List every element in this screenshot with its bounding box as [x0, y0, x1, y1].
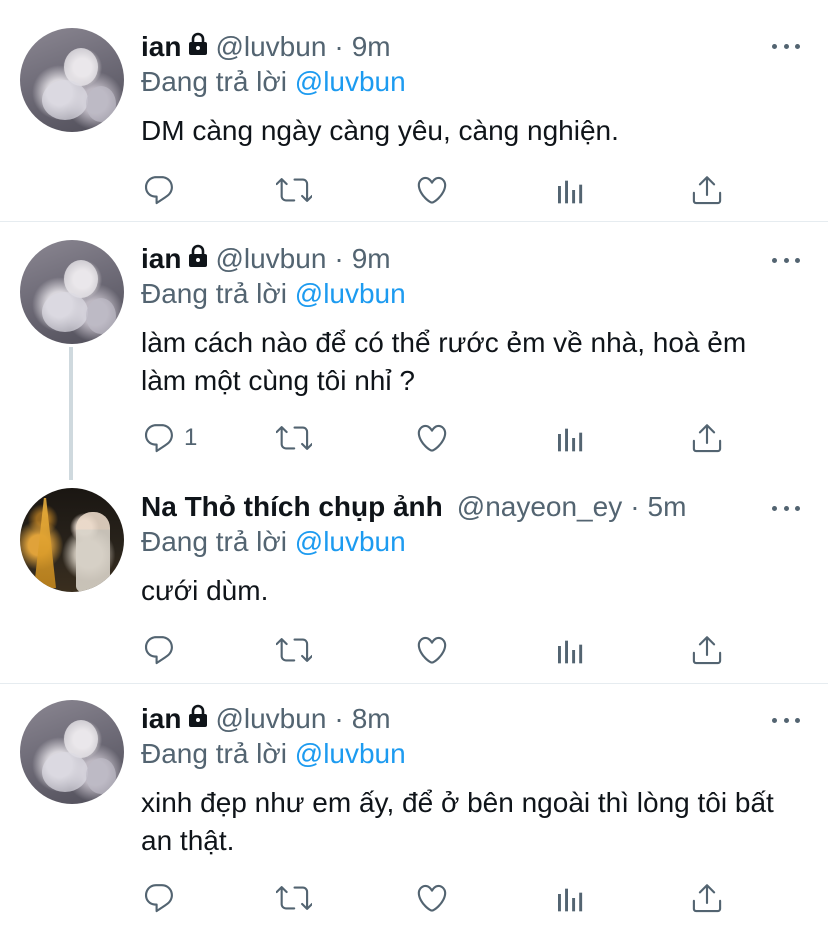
separator-dot: ·: [334, 243, 344, 274]
separator-dot: ·: [630, 491, 640, 522]
avatar[interactable]: [20, 700, 124, 804]
replying-to: Đang trả lời @luvbun: [141, 737, 406, 771]
retweet-button[interactable]: [276, 418, 312, 458]
author-handle[interactable]: @luvbun: [215, 702, 326, 736]
analytics-button[interactable]: [554, 170, 586, 210]
avatar[interactable]: [20, 28, 124, 132]
heart-icon: [415, 421, 449, 455]
more-icon[interactable]: [772, 42, 800, 50]
heart-icon: [415, 173, 449, 207]
lock-icon: [187, 30, 209, 64]
tweet-header: ian @luvbun · 8m: [141, 702, 391, 736]
author-name[interactable]: Na Thỏ thích chụp ảnh: [141, 490, 443, 524]
author-handle[interactable]: @luvbun: [215, 242, 326, 276]
analytics-button[interactable]: [554, 878, 586, 918]
replying-to-label: Đang trả lời: [141, 738, 287, 769]
reply-icon: [142, 421, 176, 455]
share-button[interactable]: [690, 418, 724, 458]
share-button[interactable]: [690, 170, 724, 210]
share-button[interactable]: [690, 630, 724, 670]
tweet-header: ian @luvbun · 9m: [141, 242, 391, 276]
more-icon[interactable]: [772, 256, 800, 264]
tweet-header: Na Thỏ thích chụp ảnh @nayeon_ey · 5m: [141, 490, 686, 524]
reply-button[interactable]: [142, 630, 184, 670]
retweet-icon: [276, 633, 312, 667]
timestamp[interactable]: 9m: [352, 30, 391, 64]
replying-to-label: Đang trả lời: [141, 526, 287, 557]
retweet-icon: [276, 421, 312, 455]
lock-icon: [187, 242, 209, 276]
action-bar: [0, 878, 828, 918]
tweet-text: DM càng ngày càng yêu, càng nghiện.: [141, 115, 619, 146]
author-name[interactable]: ian: [141, 242, 181, 276]
like-button[interactable]: [415, 630, 449, 670]
replying-to-mention[interactable]: @luvbun: [295, 278, 406, 309]
heart-icon: [415, 633, 449, 667]
tweet-text: cưới dùm.: [141, 575, 269, 606]
action-bar: 1: [0, 418, 828, 458]
like-button[interactable]: [415, 170, 449, 210]
action-bar: [0, 630, 828, 670]
action-bar: [0, 170, 828, 210]
lock-icon: [187, 702, 209, 736]
replying-to-label: Đang trả lời: [141, 66, 287, 97]
author-name[interactable]: ian: [141, 30, 181, 64]
like-button[interactable]: [415, 418, 449, 458]
retweet-icon: [276, 173, 312, 207]
avatar[interactable]: [20, 240, 124, 344]
author-name[interactable]: ian: [141, 702, 181, 736]
replying-to-mention[interactable]: @luvbun: [295, 66, 406, 97]
retweet-button[interactable]: [276, 170, 312, 210]
reply-button[interactable]: [142, 170, 184, 210]
tweet[interactable]: ian @luvbun · 8m Đang trả lời @luvbun xi…: [0, 684, 828, 932]
reply-count: 1: [184, 424, 198, 451]
tweet[interactable]: Na Thỏ thích chụp ảnh @nayeon_ey · 5m Đa…: [0, 480, 828, 684]
replying-to-mention[interactable]: @luvbun: [295, 526, 406, 557]
share-icon: [690, 173, 724, 207]
reply-icon: [142, 881, 176, 915]
replying-to-mention[interactable]: @luvbun: [295, 738, 406, 769]
tweet[interactable]: ian @luvbun · 9m Đang trả lời @luvbun là…: [0, 222, 828, 480]
reply-icon: [142, 173, 176, 207]
analytics-icon: [554, 881, 586, 915]
share-icon: [690, 421, 724, 455]
retweet-button[interactable]: [276, 878, 312, 918]
tweet-header: ian @luvbun · 9m: [141, 30, 391, 64]
reply-button[interactable]: [142, 878, 184, 918]
replying-to: Đang trả lời @luvbun: [141, 65, 406, 99]
author-handle[interactable]: @nayeon_ey: [457, 490, 622, 524]
share-icon: [690, 633, 724, 667]
share-button[interactable]: [690, 878, 724, 918]
replying-to: Đang trả lời @luvbun: [141, 277, 406, 311]
heart-icon: [415, 881, 449, 915]
timestamp[interactable]: 8m: [352, 702, 391, 736]
tweet-text: xinh đẹp như em ấy, để ở bên ngoài thì l…: [141, 787, 782, 856]
retweet-icon: [276, 881, 312, 915]
separator-dot: ·: [334, 31, 344, 62]
tweet[interactable]: ian @luvbun · 9m Đang trả lời @luvbun DM…: [0, 0, 828, 222]
replying-to: Đang trả lời @luvbun: [141, 525, 406, 559]
author-handle[interactable]: @luvbun: [215, 30, 326, 64]
more-icon[interactable]: [772, 504, 800, 512]
replying-to-label: Đang trả lời: [141, 278, 287, 309]
more-icon[interactable]: [772, 716, 800, 724]
separator-dot: ·: [334, 703, 344, 734]
analytics-button[interactable]: [554, 630, 586, 670]
tweet-text: làm cách nào để có thể rước ẻm về nhà, h…: [141, 327, 754, 396]
share-icon: [690, 881, 724, 915]
analytics-icon: [554, 421, 586, 455]
like-button[interactable]: [415, 878, 449, 918]
reply-button[interactable]: 1: [142, 418, 197, 458]
avatar[interactable]: [20, 488, 124, 592]
analytics-button[interactable]: [554, 418, 586, 458]
reply-icon: [142, 633, 176, 667]
analytics-icon: [554, 173, 586, 207]
timestamp[interactable]: 5m: [648, 490, 687, 524]
timestamp[interactable]: 9m: [352, 242, 391, 276]
thread-connector-line: [69, 347, 73, 480]
analytics-icon: [554, 633, 586, 667]
retweet-button[interactable]: [276, 630, 312, 670]
